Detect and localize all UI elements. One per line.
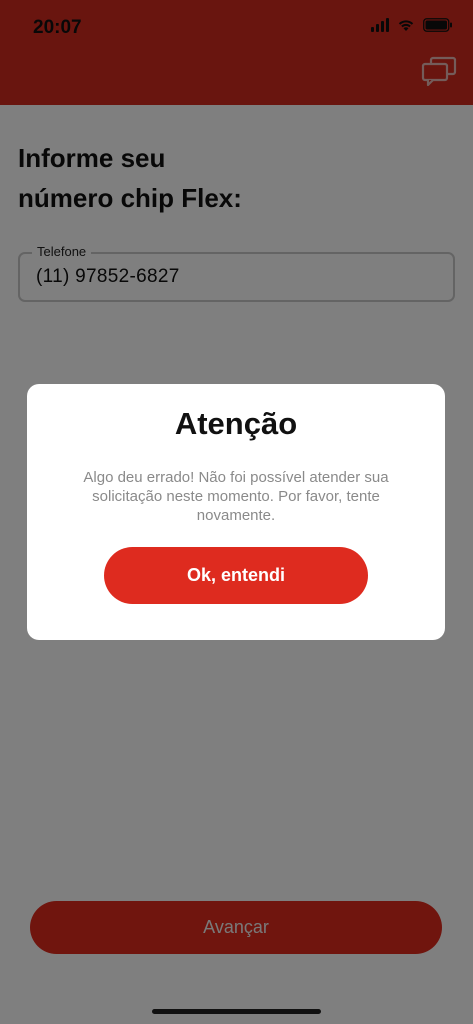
dialog-title: Atenção (174, 406, 298, 441)
ok-button[interactable]: Ok, entendi (104, 547, 368, 604)
home-indicator[interactable] (152, 1009, 321, 1014)
phone-screen: 20:07 Informe seu número chip Flex: (0, 0, 473, 1024)
alert-dialog: Atenção Algo deu errado! Não foi possíve… (27, 384, 445, 640)
dialog-message: Algo deu errado! Não foi possível atende… (83, 469, 389, 524)
